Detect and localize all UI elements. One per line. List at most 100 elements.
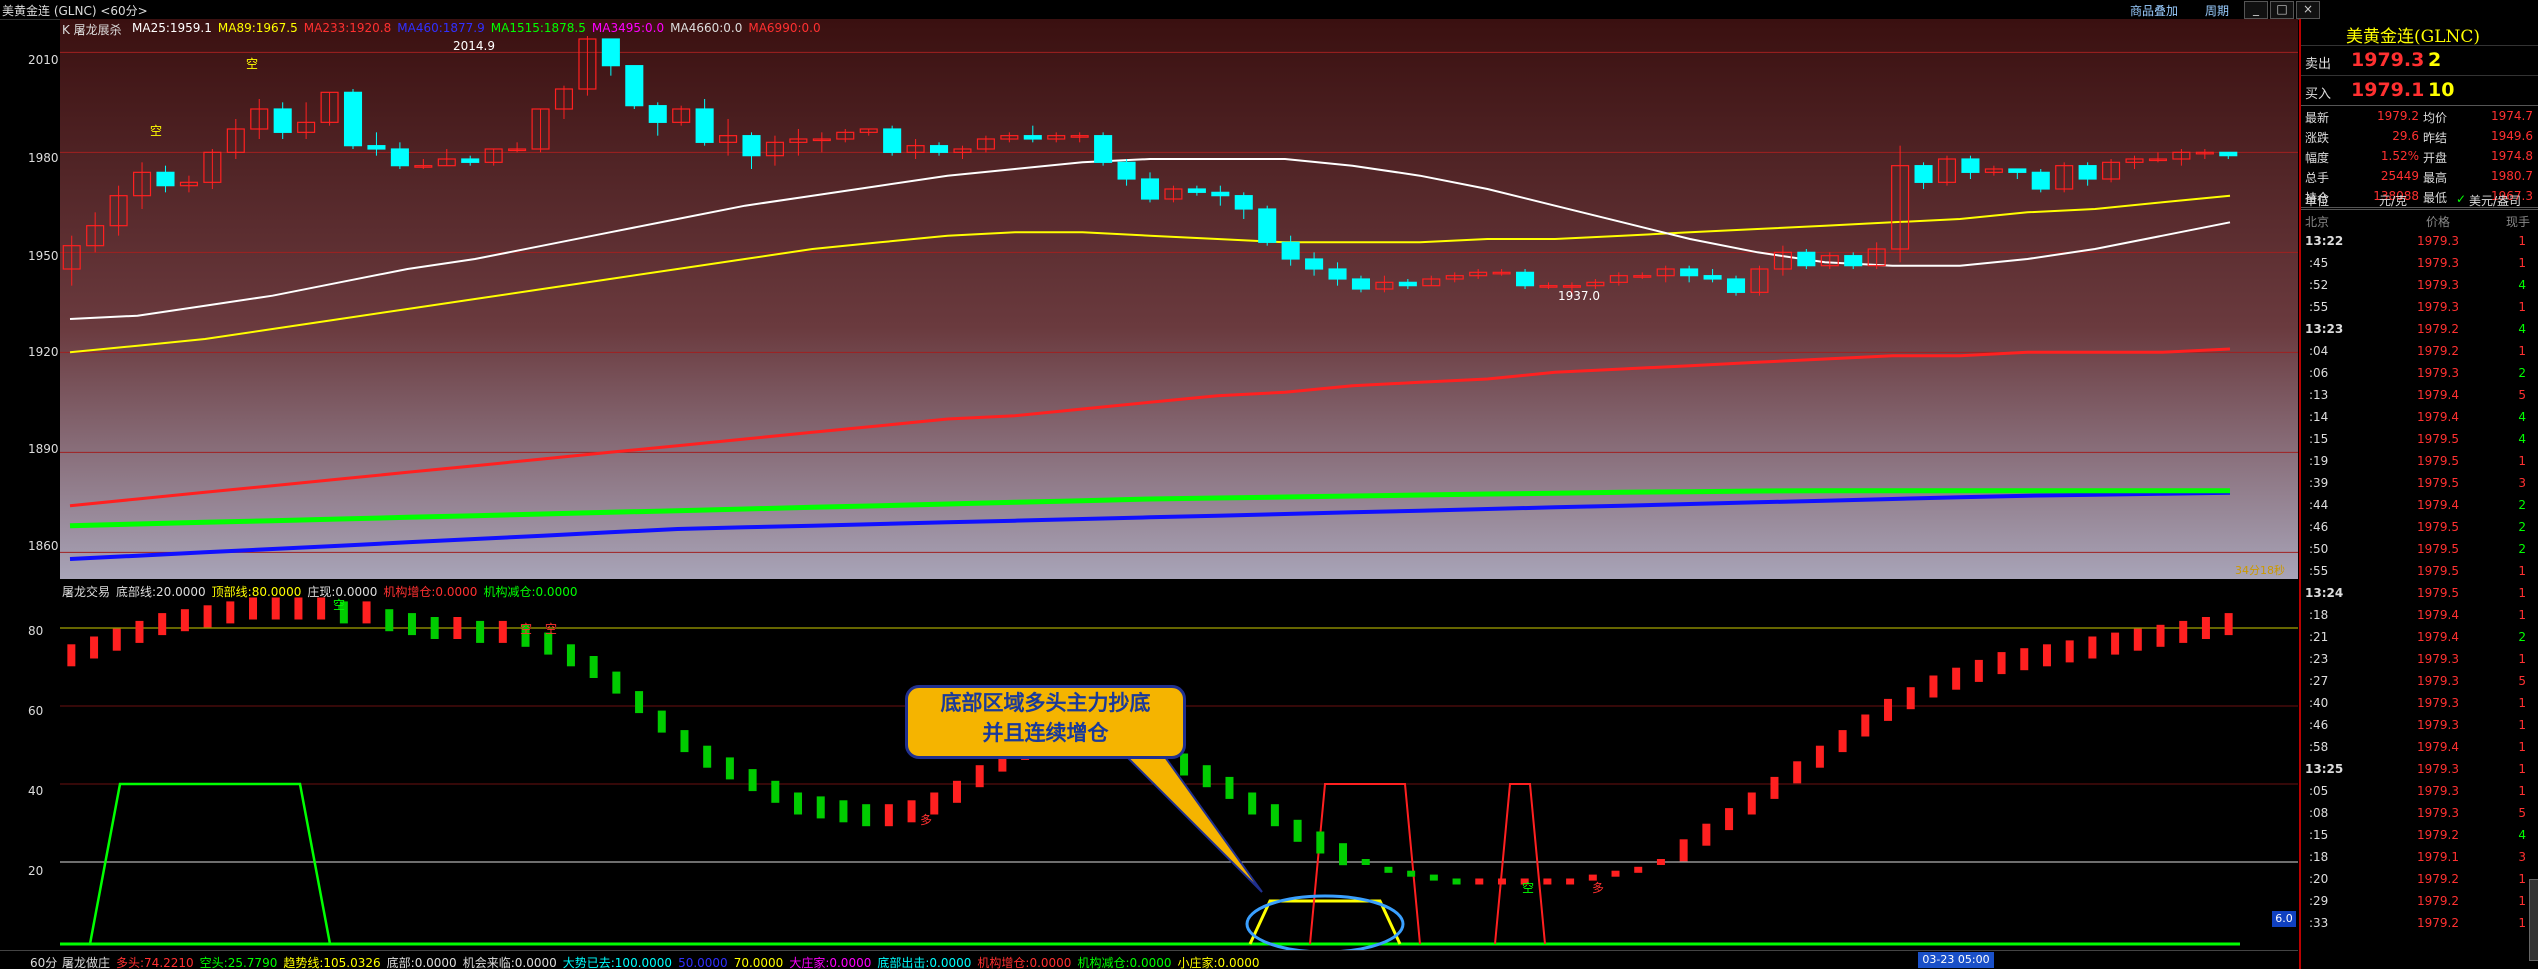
trade-row[interactable]: :39 1979.5 3	[2301, 473, 2538, 495]
ask-row[interactable]: 卖出 1979.3 2	[2301, 46, 2538, 76]
period-label[interactable]: 60分	[30, 954, 57, 969]
trade-qty: 1	[2518, 300, 2526, 314]
trade-row[interactable]: :04 1979.2 1	[2301, 341, 2538, 363]
stats-row: 涨跌 29.6 昨结 1949.6	[2301, 127, 2538, 147]
trade-row[interactable]: :20 1979.2 1	[2301, 869, 2538, 891]
stats-cell: 总手	[2305, 171, 2330, 185]
bid-label: 买入	[2305, 87, 2332, 102]
ask-price: 1979.3	[2351, 49, 2425, 71]
legend-item: 大势已去:100.0000	[562, 956, 673, 969]
trade-time: :27	[2309, 674, 2329, 688]
price-chart-background	[60, 19, 2298, 579]
trades-list[interactable]: 13:22 1979.3 1:45 1979.3 1:52 1979.3 4:55 1979.…	[2301, 231, 2538, 951]
price-chart[interactable]	[60, 19, 2298, 579]
indicator-bar	[1566, 878, 1575, 885]
legend-item: MA6990:0.0	[748, 21, 821, 35]
trade-qty: 5	[2518, 674, 2526, 688]
close-icon[interactable]: ×	[2296, 1, 2320, 19]
minimize-icon[interactable]: _	[2244, 1, 2268, 19]
trade-row[interactable]: :45 1979.3 1	[2301, 253, 2538, 275]
trade-row[interactable]: :29 1979.2 1	[2301, 891, 2538, 913]
indicator-bar	[2133, 628, 2142, 651]
trade-row[interactable]: :19 1979.5 1	[2301, 451, 2538, 473]
trade-row[interactable]: :14 1979.4 4	[2301, 407, 2538, 429]
trade-row[interactable]: :15 1979.2 4	[2301, 825, 2538, 847]
stats-cell: 1974.7	[2491, 109, 2533, 123]
trade-price: 1979.2	[2417, 916, 2459, 930]
trade-row[interactable]: :08 1979.3 5	[2301, 803, 2538, 825]
candle	[1234, 195, 1253, 210]
bid-row[interactable]: 买入 1979.1 10	[2301, 76, 2538, 106]
trade-qty: 1	[2518, 784, 2526, 798]
indicator-bar	[1974, 659, 1983, 682]
overlay-symbol-button[interactable]: 商品叠加	[2130, 2, 2178, 19]
ask-qty: 2	[2428, 49, 2442, 71]
trade-price: 1979.5	[2417, 520, 2459, 534]
trade-qty: 5	[2518, 388, 2526, 402]
trade-row[interactable]: :21 1979.4 2	[2301, 627, 2538, 649]
trade-price: 1979.3	[2417, 256, 2459, 270]
unit-alt[interactable]: 美元/盎司	[2469, 192, 2521, 209]
trade-qty: 1	[2518, 696, 2526, 710]
quote-panel: 美黄金连(GLNC) 卖出 1979.3 2 买入 1979.1 10 最新 19…	[2299, 19, 2538, 969]
main-chart-title: K 屠龙展杀	[62, 23, 122, 37]
stats-cell: 涨跌	[2305, 131, 2330, 145]
candle	[648, 105, 667, 123]
legend-item: 机构增仓:0.0000	[383, 585, 478, 599]
unit-row[interactable]: 单位 元/克 ✓ 美元/盎司	[2301, 189, 2538, 210]
trades-scrollbar[interactable]	[2529, 879, 2538, 961]
indicator-bar	[771, 780, 780, 803]
trade-row[interactable]: 13:25 1979.3 1	[2301, 759, 2538, 781]
trade-time: 13:24	[2305, 586, 2344, 600]
trade-row[interactable]: :52 1979.3 4	[2301, 275, 2538, 297]
indicator-bar	[748, 769, 757, 792]
trade-row[interactable]: :05 1979.3 1	[2301, 781, 2538, 803]
trade-row[interactable]: :46 1979.3 1	[2301, 715, 2538, 737]
period-button[interactable]: 周期	[2205, 2, 2229, 19]
trade-row[interactable]: 13:23 1979.2 4	[2301, 319, 2538, 341]
trade-row[interactable]: :46 1979.5 2	[2301, 517, 2538, 539]
indicator-bar	[112, 628, 121, 651]
trade-row[interactable]: :55 1979.3 1	[2301, 297, 2538, 319]
instrument-name: 美黄金连(GLNC)	[2346, 27, 2481, 47]
trade-qty: 2	[2518, 366, 2526, 380]
y-tick-label: 1860	[28, 539, 59, 553]
trade-time: :18	[2309, 608, 2329, 622]
trade-row[interactable]: :18 1979.4 1	[2301, 605, 2538, 627]
trade-qty: 1	[2518, 608, 2526, 622]
trade-price: 1979.3	[2417, 652, 2459, 666]
indicator-bar	[1611, 870, 1620, 877]
trade-row[interactable]: :40 1979.3 1	[2301, 693, 2538, 715]
candle	[1703, 275, 1722, 280]
trade-row[interactable]: :44 1979.4 2	[2301, 495, 2538, 517]
trade-row[interactable]: 13:22 1979.3 1	[2301, 231, 2538, 253]
indicator-bar	[1339, 843, 1348, 866]
trade-row[interactable]: 13:24 1979.5 1	[2301, 583, 2538, 605]
indicator-bar	[2020, 648, 2029, 671]
trade-row[interactable]: :27 1979.3 5	[2301, 671, 2538, 693]
trade-row[interactable]: :33 1979.2 1	[2301, 913, 2538, 935]
trade-qty: 1	[2518, 872, 2526, 886]
col-price: 价格	[2426, 215, 2451, 229]
trade-row[interactable]: :15 1979.5 4	[2301, 429, 2538, 451]
trade-row[interactable]: :13 1979.4 5	[2301, 385, 2538, 407]
trade-row[interactable]: :50 1979.5 2	[2301, 539, 2538, 561]
maximize-icon[interactable]: □	[2270, 1, 2294, 19]
trade-price: 1979.5	[2417, 564, 2459, 578]
trade-row[interactable]: :06 1979.3 2	[2301, 363, 2538, 385]
candle	[601, 38, 620, 67]
trade-row[interactable]: :55 1979.5 1	[2301, 561, 2538, 583]
trade-row[interactable]: :58 1979.4 1	[2301, 737, 2538, 759]
trade-qty: 1	[2518, 652, 2526, 666]
indicator-bar	[1361, 859, 1370, 865]
trade-qty: 1	[2518, 916, 2526, 930]
trade-price: 1979.5	[2417, 586, 2459, 600]
trade-row[interactable]: :23 1979.3 1	[2301, 649, 2538, 671]
trade-price: 1979.4	[2417, 388, 2459, 402]
candle	[1094, 135, 1113, 163]
indicator-bar	[2224, 613, 2233, 636]
stats-cell: 1979.2	[2377, 109, 2419, 123]
col-qty: 现手	[2506, 215, 2531, 229]
indicator-bar	[1543, 878, 1552, 885]
trade-row[interactable]: :18 1979.1 3	[2301, 847, 2538, 869]
